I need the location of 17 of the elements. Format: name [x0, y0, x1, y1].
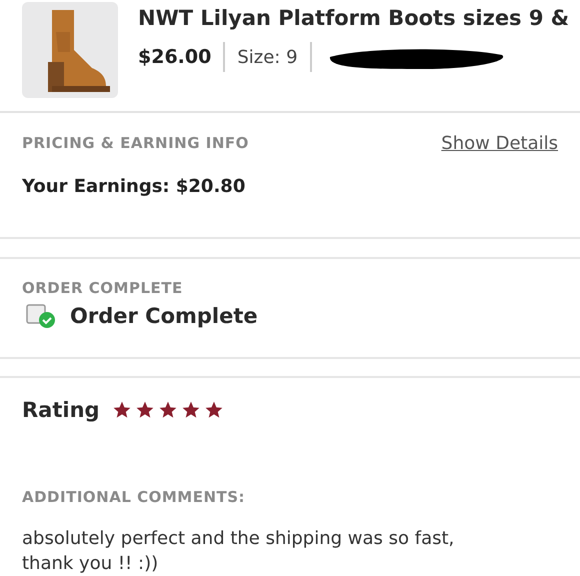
- star-icon: [204, 400, 224, 420]
- package-check-icon: [26, 302, 56, 329]
- section-heading: PRICING & EARNING INFO: [22, 134, 249, 152]
- listing-title: NWT Lilyan Platform Boots sizes 9 &: [138, 6, 570, 30]
- rating-label: Rating: [22, 398, 100, 422]
- price: $26.00: [138, 46, 212, 68]
- earnings-text: Your Earnings: $20.80: [22, 176, 246, 197]
- order-status: Order Complete: [70, 304, 258, 328]
- star-icon: [158, 400, 178, 420]
- comment-text: absolutely perfect and the shipping was so fast, thank you !! :)): [22, 526, 456, 576]
- section-heading: ADDITIONAL COMMENTS:: [22, 488, 246, 506]
- section-heading: ORDER COMPLETE: [22, 278, 184, 297]
- star-icon: [112, 400, 132, 420]
- show-details-link[interactable]: Show Details: [441, 132, 558, 154]
- star-icon: [134, 400, 155, 420]
- size-label: Size: 9: [237, 46, 298, 68]
- star-icon: [180, 400, 201, 420]
